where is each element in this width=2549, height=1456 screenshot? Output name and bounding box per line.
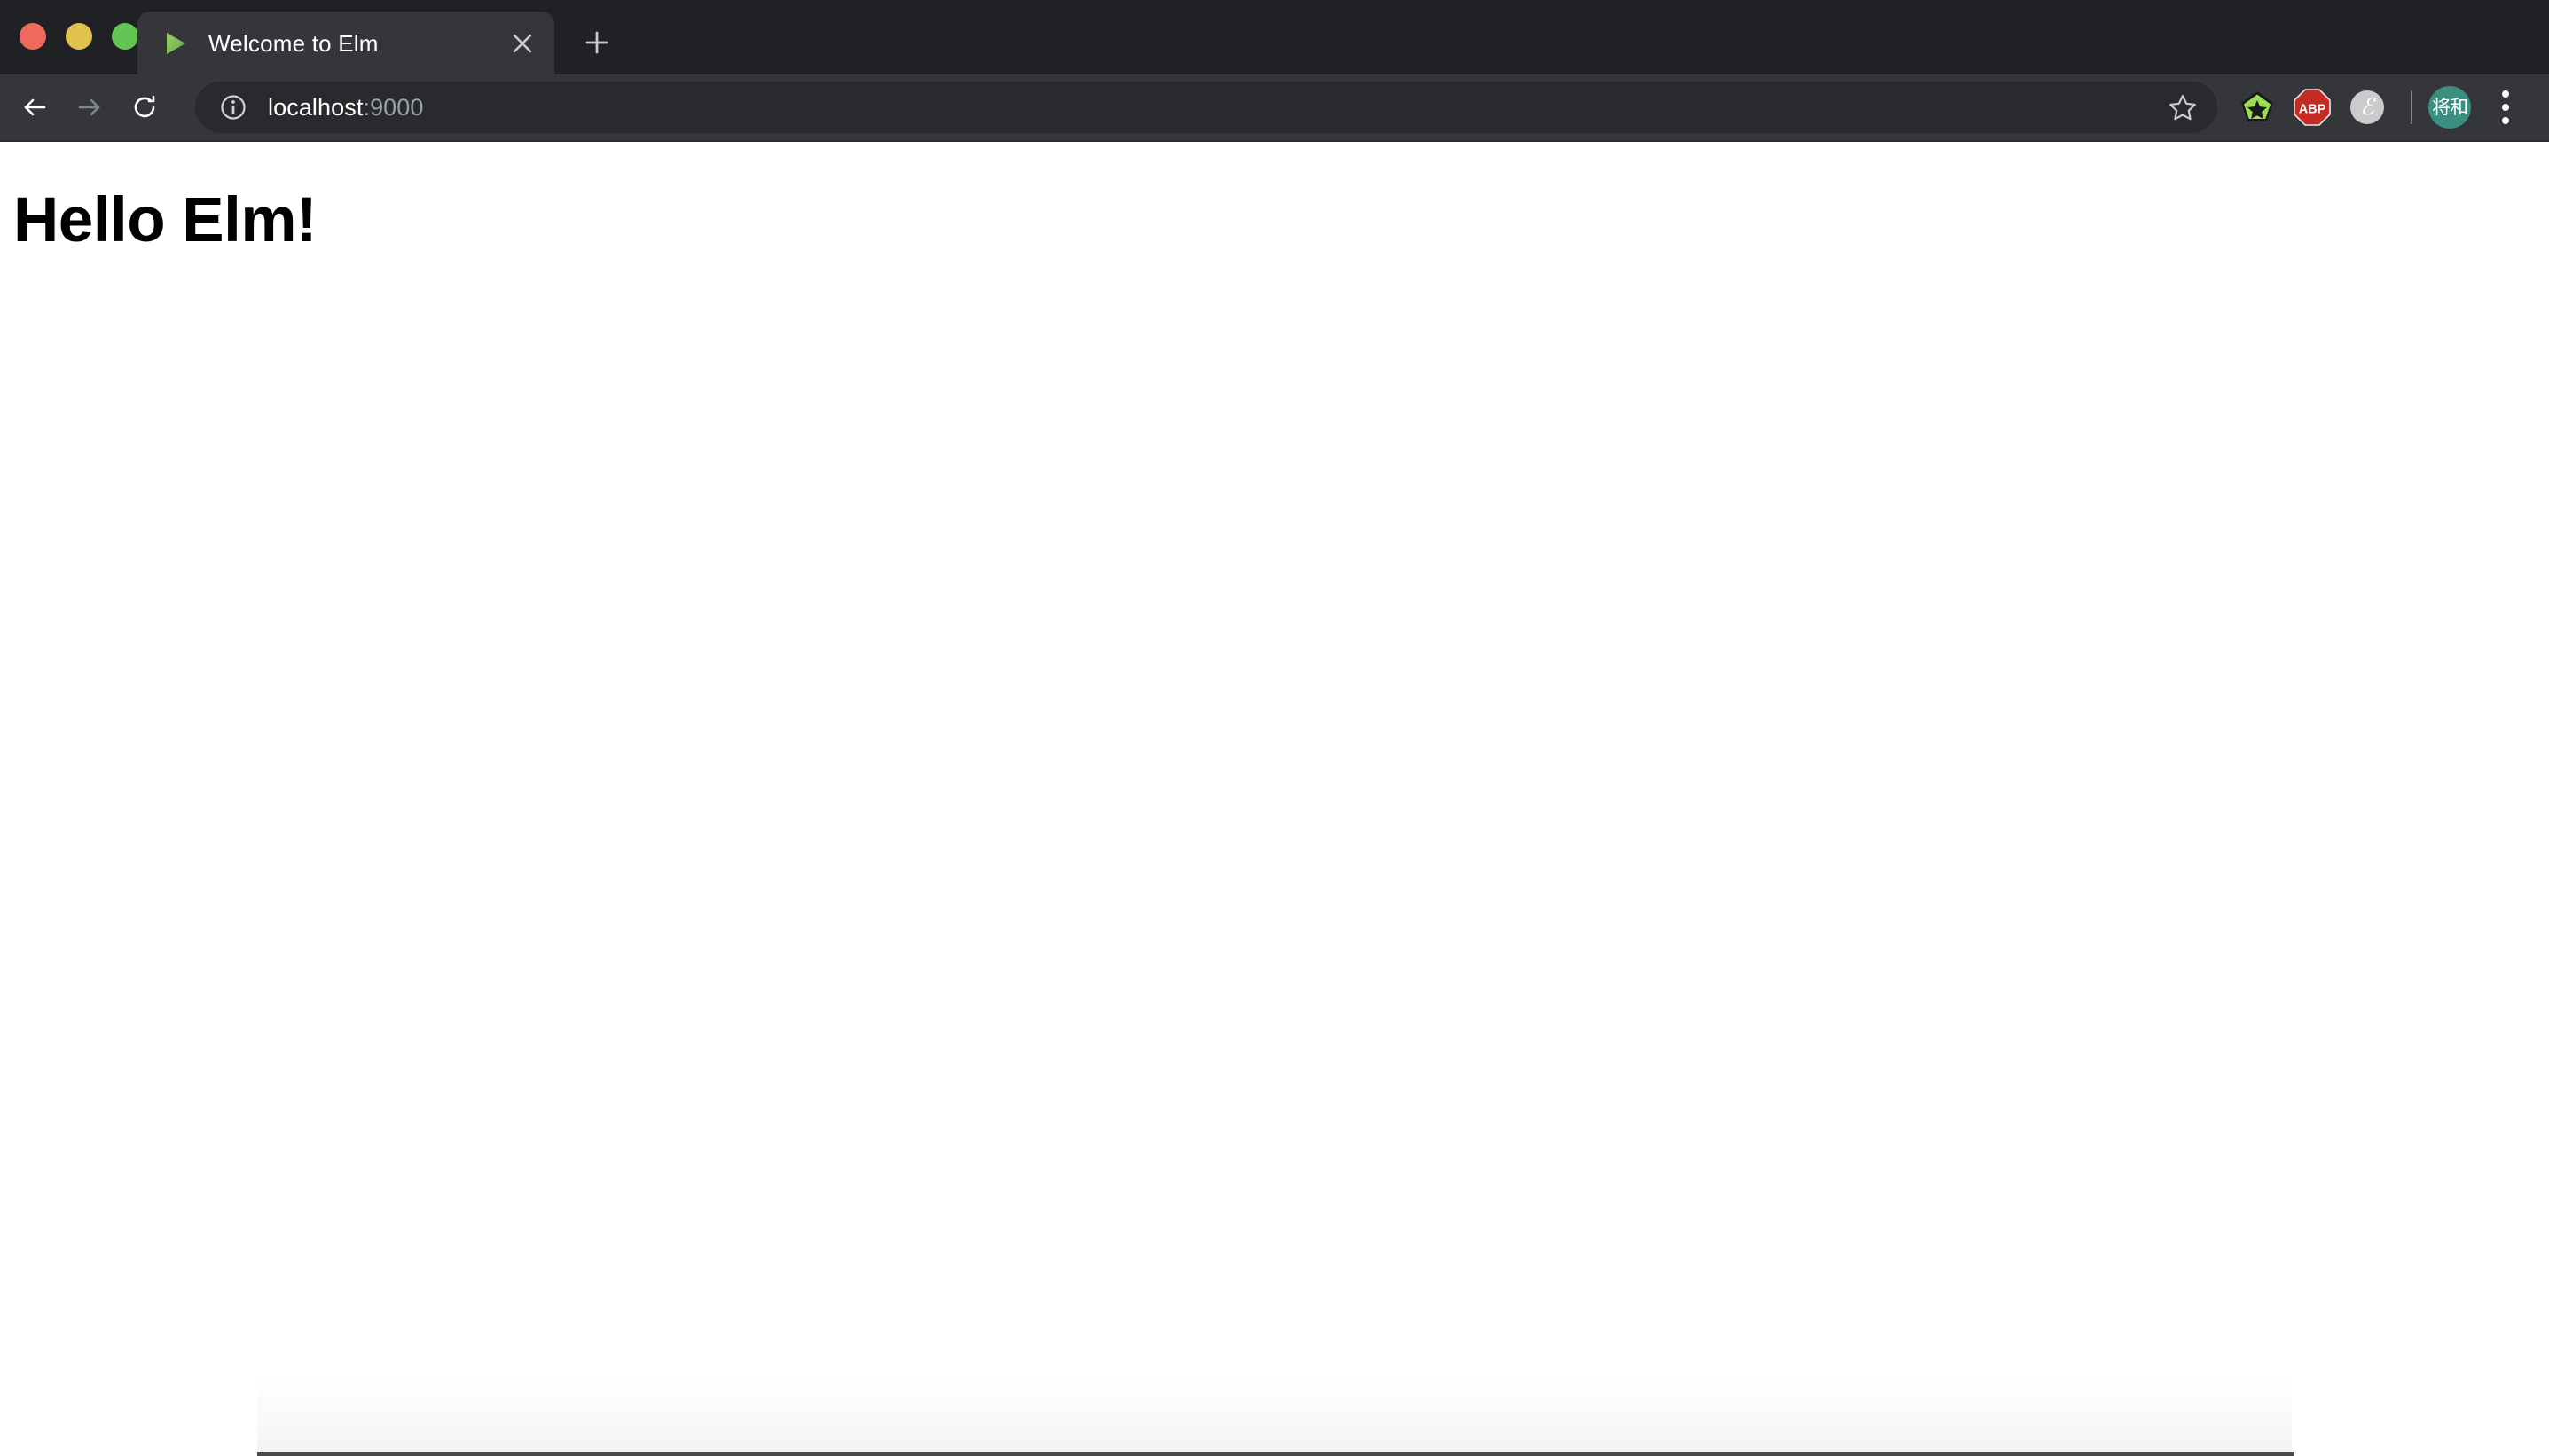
three-dots-vertical-icon-dot <box>2502 104 2509 111</box>
evernote-e-icon: ℰ <box>2350 90 2384 124</box>
page-viewport: Hello Elm! <box>0 142 2549 1456</box>
browser-window: Welcome to Elm localhost:9000 ABP ℰ 将和 H… <box>0 0 2549 1456</box>
plus-icon <box>585 31 608 54</box>
three-dots-vertical-icon-dot <box>2502 117 2509 124</box>
arrow-right-icon <box>78 98 100 116</box>
tab-title: Welcome to Elm <box>208 31 379 55</box>
tab-close-button[interactable] <box>503 24 542 63</box>
three-dots-vertical-icon-dot <box>2502 90 2509 98</box>
new-tab-button[interactable] <box>572 18 622 67</box>
tabs-area: Welcome to Elm <box>137 0 622 74</box>
url-path: :9000 <box>363 93 424 121</box>
forward-button[interactable] <box>62 80 117 135</box>
window-close-button[interactable] <box>20 23 46 50</box>
abp-label: ABP <box>2299 103 2326 117</box>
abp-octagon-icon: ABP <box>2294 89 2331 126</box>
url-host: localhost <box>268 93 364 121</box>
page-title: Hello Elm! <box>13 185 318 255</box>
arrow-left-icon <box>24 98 46 116</box>
chrome-menu-button[interactable] <box>2480 82 2531 133</box>
window-minimize-button[interactable] <box>66 23 92 50</box>
tab-strip: Welcome to Elm <box>0 0 2549 74</box>
url-text: localhost:9000 <box>268 94 2159 121</box>
toolbar-divider <box>2411 90 2412 124</box>
address-bar[interactable]: localhost:9000 <box>195 82 2217 133</box>
evernote-label: ℰ <box>2360 94 2376 120</box>
elm-triangle-icon <box>167 32 185 54</box>
info-circle-icon[interactable] <box>218 92 248 122</box>
adblock-plus-extension-button[interactable]: ABP <box>2285 80 2340 135</box>
toolbar-actions: ABP ℰ 将和 <box>2230 80 2531 135</box>
star-outline-icon <box>2169 94 2196 121</box>
reload-button[interactable] <box>117 80 172 135</box>
window-controls <box>20 23 138 50</box>
profile-avatar[interactable]: 将和 <box>2428 86 2471 129</box>
back-button[interactable] <box>7 80 62 135</box>
green-pentagon-star-icon <box>2241 91 2273 121</box>
browser-toolbar: localhost:9000 ABP ℰ 将和 <box>0 74 2549 142</box>
reload-icon <box>134 95 155 118</box>
window-maximize-button[interactable] <box>112 23 138 50</box>
close-icon <box>513 34 532 52</box>
tab-welcome-to-elm[interactable]: Welcome to Elm <box>137 12 554 74</box>
navigation-buttons <box>7 80 172 135</box>
evernote-extension-button[interactable]: ℰ <box>2340 80 2395 135</box>
window-bottom-shadow <box>257 1376 2292 1456</box>
window-bottom-edge <box>257 1452 2294 1456</box>
stylus-extension-button[interactable] <box>2230 80 2285 135</box>
bookmark-button[interactable] <box>2159 83 2207 131</box>
